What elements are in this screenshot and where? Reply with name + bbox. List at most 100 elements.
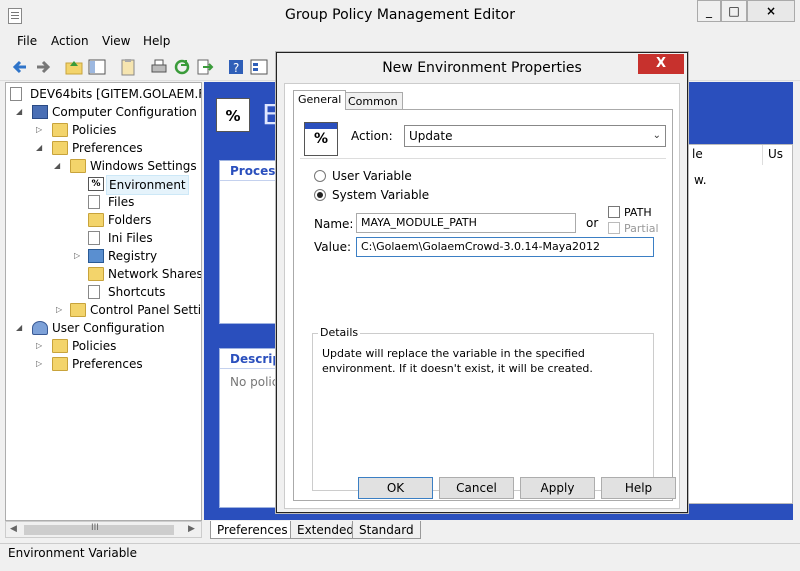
console-tree: DEV64bits [GITEM.GOLAEM.FR] ◢ Computer C… bbox=[5, 82, 202, 521]
user-variable-label: User Variable bbox=[332, 169, 412, 183]
collapsed-arrow-icon[interactable]: ▷ bbox=[36, 121, 46, 139]
folder-icon bbox=[70, 159, 86, 173]
tree-item-network-shares[interactable]: Network Shares bbox=[88, 265, 201, 283]
action-value: Update bbox=[409, 129, 453, 143]
tree-item-computer-configuration[interactable]: ◢ Computer Configuration bbox=[16, 103, 201, 121]
menu-help[interactable]: Help bbox=[143, 34, 170, 48]
menu-action[interactable]: Action bbox=[51, 34, 89, 48]
expanded-arrow-icon[interactable]: ◢ bbox=[36, 139, 46, 157]
scroll-left-icon[interactable]: ◀ bbox=[10, 524, 17, 534]
help-button[interactable]: Help bbox=[601, 477, 676, 499]
scroll-grip: III bbox=[91, 523, 99, 533]
back-icon[interactable] bbox=[10, 57, 30, 77]
export-icon[interactable] bbox=[195, 57, 215, 77]
collapsed-arrow-icon[interactable]: ▷ bbox=[56, 301, 66, 319]
column-divider bbox=[762, 145, 763, 165]
collapsed-arrow-icon[interactable]: ▷ bbox=[36, 337, 46, 355]
gpo-icon bbox=[10, 87, 22, 101]
show-hide-tree-icon[interactable] bbox=[87, 57, 107, 77]
name-input[interactable]: MAYA_MODULE_PATH bbox=[356, 213, 576, 233]
svg-text:?: ? bbox=[233, 61, 239, 75]
environment-large-icon: % bbox=[216, 98, 250, 132]
menu-file[interactable]: File bbox=[17, 34, 37, 48]
tree-item-folders[interactable]: Folders bbox=[88, 211, 201, 229]
chevron-down-icon: ⌄ bbox=[652, 130, 661, 141]
refresh-icon[interactable] bbox=[172, 57, 192, 77]
partial-checkbox[interactable] bbox=[608, 222, 620, 234]
vertical-scrollbar[interactable] bbox=[793, 82, 800, 520]
partial-label: Partial bbox=[624, 222, 659, 235]
environment-icon: % bbox=[304, 122, 338, 156]
tab-extended[interactable]: Extended bbox=[290, 521, 361, 539]
properties-icon[interactable] bbox=[249, 57, 269, 77]
close-button[interactable]: × bbox=[747, 0, 795, 22]
or-label: or bbox=[586, 216, 599, 230]
expanded-arrow-icon[interactable]: ◢ bbox=[54, 157, 64, 175]
print-icon[interactable] bbox=[149, 57, 169, 77]
tree-item-shortcuts[interactable]: Shortcuts bbox=[88, 283, 201, 301]
tab-general[interactable]: General bbox=[293, 90, 347, 110]
tree-item-files[interactable]: Files bbox=[88, 193, 201, 211]
new-environment-properties-dialog: New Environment Properties X General Com… bbox=[276, 52, 688, 513]
title-bar: Group Policy Management Editor bbox=[0, 0, 800, 30]
processing-panel: Processi bbox=[219, 160, 281, 324]
folder-icon bbox=[52, 141, 68, 155]
ok-button[interactable]: OK bbox=[358, 477, 433, 499]
items-list[interactable]: le Us w. bbox=[685, 144, 793, 504]
tree-item-registry[interactable]: ▷ Registry bbox=[74, 247, 201, 265]
maximize-button[interactable]: □ bbox=[721, 0, 747, 22]
expanded-arrow-icon[interactable]: ◢ bbox=[16, 319, 26, 337]
registry-icon bbox=[88, 249, 104, 263]
tree-horizontal-scrollbar[interactable]: ◀ III ▶ bbox=[5, 521, 202, 538]
scroll-right-icon[interactable]: ▶ bbox=[188, 524, 195, 534]
tree-item-control-panel-settings[interactable]: ▷ Control Panel Setting bbox=[56, 301, 201, 319]
tree-item-user-preferences[interactable]: ▷ Preferences bbox=[36, 355, 201, 373]
column-header[interactable]: Us bbox=[768, 147, 783, 161]
system-variable-radio[interactable] bbox=[314, 189, 326, 201]
value-label: Value: bbox=[314, 240, 351, 254]
tree-item-windows-settings[interactable]: ◢ Windows Settings bbox=[54, 157, 201, 175]
system-variable-label: System Variable bbox=[332, 188, 430, 202]
status-bar: Environment Variable bbox=[0, 543, 800, 571]
tree-item-environment[interactable]: % Environment bbox=[88, 175, 201, 195]
status-text: Environment Variable bbox=[8, 546, 138, 560]
details-text: Update will replace the variable in the … bbox=[322, 347, 593, 375]
collapsed-arrow-icon[interactable]: ▷ bbox=[36, 355, 46, 373]
menu-view[interactable]: View bbox=[102, 34, 130, 48]
environment-icon: % bbox=[88, 177, 104, 191]
tree-item-user-policies[interactable]: ▷ Policies bbox=[36, 337, 201, 355]
dialog-close-button[interactable]: X bbox=[638, 54, 684, 74]
expanded-arrow-icon[interactable]: ◢ bbox=[16, 103, 26, 121]
tree-item-user-configuration[interactable]: ◢ User Configuration bbox=[16, 319, 201, 337]
user-variable-radio[interactable] bbox=[314, 170, 326, 182]
action-select[interactable]: Update ⌄ bbox=[404, 125, 666, 147]
description-body: No polic bbox=[230, 375, 279, 389]
tree-item-policies[interactable]: ▷ Policies bbox=[36, 121, 201, 139]
view-tabs: Preferences Extended Standard bbox=[204, 520, 800, 540]
folder-icon bbox=[52, 123, 68, 137]
processing-header: Processi bbox=[220, 161, 280, 181]
dialog-title-bar: New Environment Properties bbox=[277, 53, 687, 83]
apply-button[interactable]: Apply bbox=[520, 477, 595, 499]
tree-item-preferences[interactable]: ◢ Preferences bbox=[36, 139, 201, 157]
description-panel: Descripti No polic bbox=[219, 348, 281, 508]
cancel-button[interactable]: Cancel bbox=[439, 477, 514, 499]
column-header[interactable]: le bbox=[692, 147, 703, 161]
scroll-thumb[interactable] bbox=[24, 525, 174, 535]
tree-item-ini-files[interactable]: Ini Files bbox=[88, 229, 201, 247]
file-icon bbox=[88, 195, 100, 209]
tab-preferences[interactable]: Preferences bbox=[210, 521, 295, 539]
up-folder-icon[interactable] bbox=[64, 57, 84, 77]
minimize-button[interactable]: _ bbox=[697, 0, 721, 22]
clipboard-icon[interactable] bbox=[118, 57, 138, 77]
path-checkbox[interactable] bbox=[608, 206, 620, 218]
collapsed-arrow-icon[interactable]: ▷ bbox=[74, 247, 84, 265]
help-icon[interactable]: ? bbox=[226, 57, 246, 77]
folder-icon bbox=[52, 357, 68, 371]
tab-common[interactable]: Common bbox=[343, 92, 403, 110]
value-input[interactable]: C:\Golaem\GolaemCrowd-3.0.14-Maya2012 bbox=[356, 237, 654, 257]
menu-bar: File Action View Help bbox=[0, 31, 800, 53]
forward-icon[interactable] bbox=[33, 57, 53, 77]
tab-standard[interactable]: Standard bbox=[352, 521, 421, 539]
description-header: Descripti bbox=[220, 349, 280, 369]
